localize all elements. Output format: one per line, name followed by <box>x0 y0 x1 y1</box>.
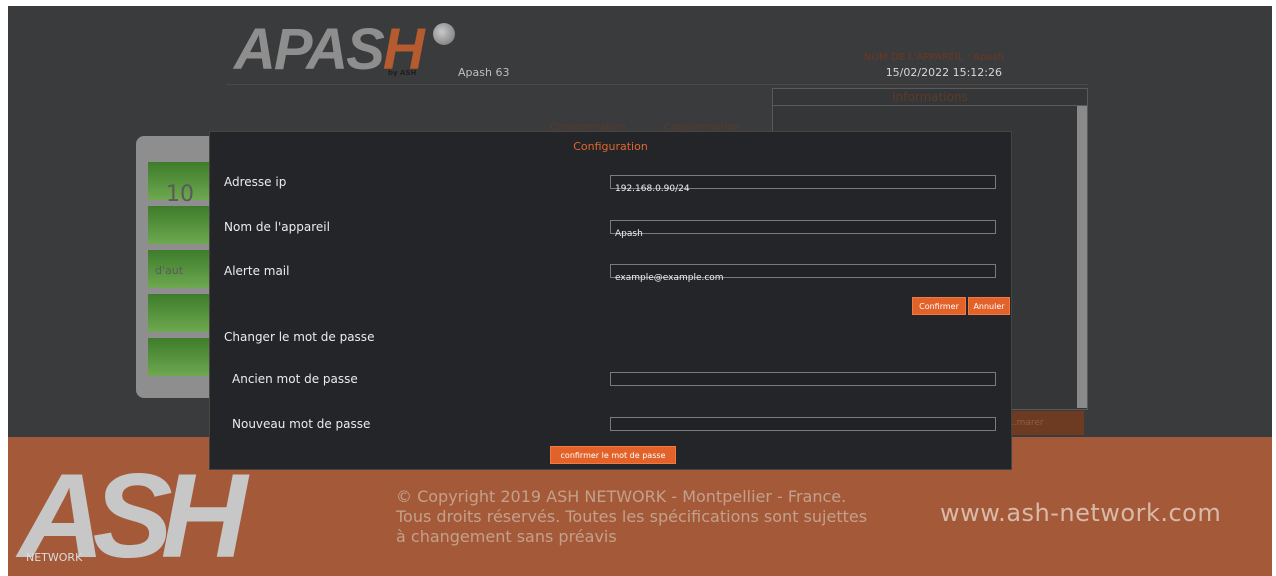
ip-input[interactable] <box>611 183 995 195</box>
app-frame: APASH by ASH Apash 63 NOM DE L'APPAREIL … <box>8 6 1272 576</box>
cancel-button[interactable]: Annuler <box>968 297 1010 315</box>
logo-main-text: APAS <box>234 17 385 82</box>
device-name-input[interactable] <box>611 228 995 240</box>
informations-scrollbar[interactable] <box>1077 106 1087 408</box>
confirm-password-button[interactable]: confirmer le mot de passe <box>550 446 676 464</box>
ash-logo-network: NETWORK <box>26 551 83 564</box>
battery-cell <box>148 294 212 332</box>
modal-title: Configuration <box>573 140 648 153</box>
device-name-field[interactable] <box>610 220 996 240</box>
battery-label: d'aut <box>155 264 184 277</box>
old-password-field[interactable] <box>610 372 996 392</box>
battery-cell <box>148 206 212 244</box>
website-link[interactable]: www.ash-network.com <box>940 499 1221 527</box>
logo-subtitle: by ASH <box>388 69 417 77</box>
device-name-line: NOM DE L'APPAREIL : Apash <box>863 52 1004 63</box>
new-password-field[interactable] <box>610 417 996 437</box>
change-password-heading: Changer le mot de passe <box>224 330 375 344</box>
informations-title: Informations <box>773 89 1087 106</box>
device-short-name: Apash 63 <box>458 66 510 79</box>
copyright-text: © Copyright 2019 ASH NETWORK - Montpelli… <box>396 487 916 547</box>
mail-alert-label: Alerte mail <box>224 264 290 278</box>
ash-network-logo: ASH NETWORK <box>18 449 318 576</box>
old-password-input[interactable] <box>611 380 995 392</box>
device-name-label: Nom de l'appareil <box>224 220 330 234</box>
new-password-label: Nouveau mot de passe <box>232 417 371 431</box>
battery-value: 10 <box>166 182 194 207</box>
old-password-label: Ancien mot de passe <box>232 372 358 386</box>
copyright-line-1: © Copyright 2019 ASH NETWORK - Montpelli… <box>396 487 847 506</box>
mail-alert-input[interactable] <box>611 272 995 284</box>
configuration-modal: Configuration Adresse ip Nom de l'appare… <box>209 131 1012 470</box>
copyright-line-3: à changement sans préavis <box>396 527 617 546</box>
battery-cell <box>148 338 212 376</box>
confirm-button[interactable]: Confirmer <box>912 297 966 315</box>
ip-label: Adresse ip <box>224 175 287 189</box>
datetime: 15/02/2022 15:12:26 <box>885 66 1002 79</box>
ip-field[interactable] <box>610 175 996 195</box>
mail-alert-field[interactable] <box>610 264 996 284</box>
globe-icon <box>433 23 455 45</box>
copyright-line-2: Tous droits réservés. Toutes les spécifi… <box>396 507 868 526</box>
header-divider <box>226 84 1088 85</box>
new-password-input[interactable] <box>611 425 995 437</box>
